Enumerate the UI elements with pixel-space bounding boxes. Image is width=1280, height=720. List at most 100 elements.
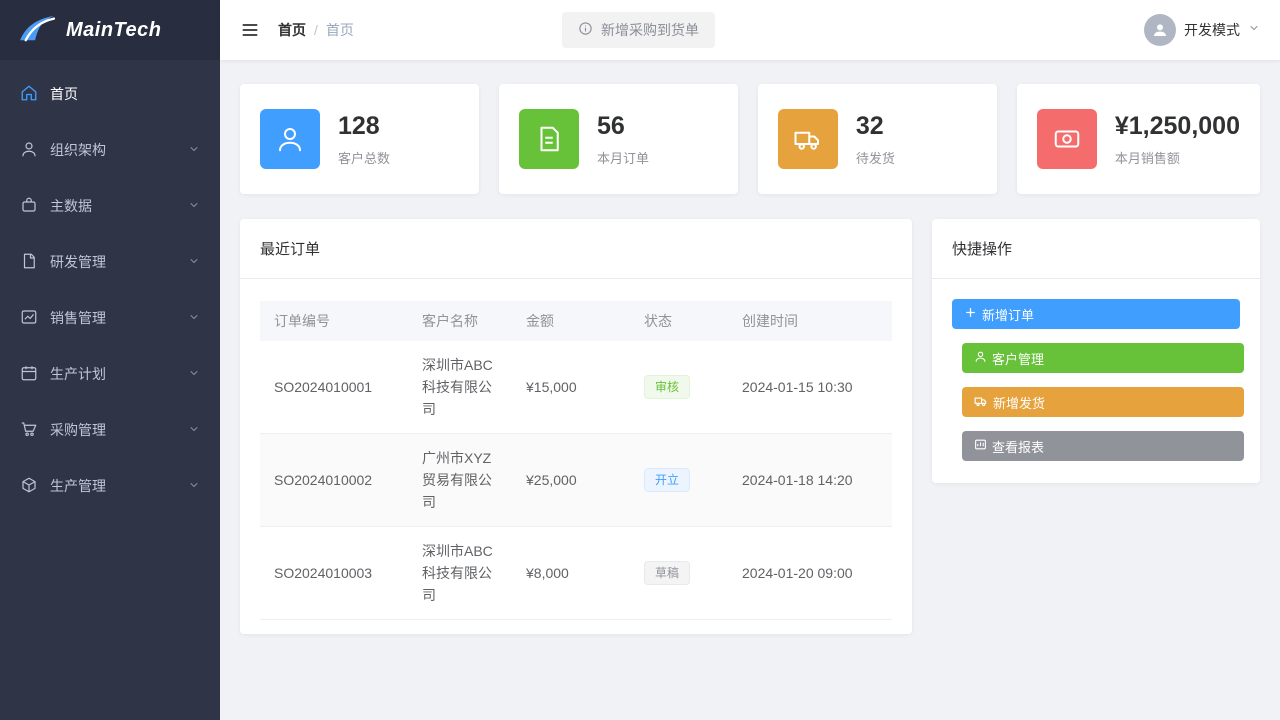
status-badge: 审核 xyxy=(644,375,690,399)
stat-card-pending-shipments: 32 待发货 xyxy=(758,84,997,194)
order-id-cell: SO2024010003 xyxy=(260,527,408,620)
status-cell: 草稿 xyxy=(630,527,728,620)
status-badge: 草稿 xyxy=(644,561,690,585)
orders-table-wrap: 订单编号 客户名称 金额 状态 创建时间 SO2024010001 深圳市ABC… xyxy=(240,279,912,634)
chevron-down-icon xyxy=(188,254,200,270)
sidebar-item-label: 销售管理 xyxy=(50,308,106,328)
button-label: 新增发货 xyxy=(993,393,1045,412)
chevron-down-icon xyxy=(188,422,200,438)
created-cell: 2024-01-18 14:20 xyxy=(728,434,892,527)
chart-icon xyxy=(20,308,38,329)
home-icon xyxy=(20,84,38,105)
stat-value: 128 xyxy=(338,112,390,141)
created-cell: 2024-01-15 10:30 xyxy=(728,341,892,434)
customer-cell: 深圳市ABC科技有限公司 xyxy=(408,527,512,620)
stat-label: 本月销售额 xyxy=(1115,148,1240,167)
chevron-down-icon xyxy=(188,198,200,214)
table-row: SO2024010001 深圳市ABC科技有限公司 ¥15,000 审核 202… xyxy=(260,341,892,434)
user-icon xyxy=(974,350,987,366)
amount-cell: ¥15,000 xyxy=(512,341,630,434)
user-menu[interactable]: 开发模式 xyxy=(1144,14,1260,46)
briefcase-icon xyxy=(20,196,38,217)
order-id-cell: SO2024010002 xyxy=(260,434,408,527)
user-icon xyxy=(260,109,320,169)
sidebar-item-org[interactable]: 组织架构 xyxy=(0,122,220,178)
button-label: 新增订单 xyxy=(982,305,1034,324)
sidebar: MainTech 首页 组织架构 主数据 研发管理 销售管理 xyxy=(0,0,220,720)
button-label: 客户管理 xyxy=(992,349,1044,368)
brand-logo: MainTech xyxy=(0,0,220,60)
panel-title: 快捷操作 xyxy=(932,219,1260,279)
stat-value: 56 xyxy=(597,112,649,141)
stat-label: 客户总数 xyxy=(338,148,390,167)
chevron-down-icon xyxy=(188,310,200,326)
chevron-down-icon xyxy=(1248,21,1260,39)
truck-icon xyxy=(778,109,838,169)
order-id-cell: SO2024010001 xyxy=(260,341,408,434)
chevron-down-icon xyxy=(188,478,200,494)
amount-cell: ¥8,000 xyxy=(512,527,630,620)
stat-card-monthly-orders: 56 本月订单 xyxy=(499,84,738,194)
stat-label: 本月订单 xyxy=(597,148,649,167)
chevron-down-icon xyxy=(188,366,200,382)
status-badge: 开立 xyxy=(644,468,690,492)
breadcrumb-separator: / xyxy=(314,22,318,38)
main-area: 首页 / 首页 新增采购到货单 开发模式 128 客户总数 xyxy=(220,0,1280,720)
top-header: 首页 / 首页 新增采购到货单 开发模式 xyxy=(220,0,1280,60)
sidebar-collapse-icon[interactable] xyxy=(240,20,260,40)
column-header: 客户名称 xyxy=(408,301,512,341)
status-cell: 审核 xyxy=(630,341,728,434)
sidebar-item-purchasing[interactable]: 采购管理 xyxy=(0,402,220,458)
sidebar-item-manufacturing[interactable]: 生产管理 xyxy=(0,458,220,514)
sidebar-item-label: 生产计划 xyxy=(50,364,106,384)
sidebar-item-label: 采购管理 xyxy=(50,420,106,440)
sidebar-item-masterdata[interactable]: 主数据 xyxy=(0,178,220,234)
table-header-row: 订单编号 客户名称 金额 状态 创建时间 xyxy=(260,301,892,341)
sidebar-item-rnd[interactable]: 研发管理 xyxy=(0,234,220,290)
column-header: 订单编号 xyxy=(260,301,408,341)
new-shipment-button[interactable]: 新增发货 xyxy=(962,387,1244,417)
user-icon xyxy=(20,140,38,161)
created-cell: 2024-01-20 09:00 xyxy=(728,527,892,620)
button-label: 查看报表 xyxy=(992,437,1044,456)
sidebar-item-sales[interactable]: 销售管理 xyxy=(0,290,220,346)
brand-swoosh-icon xyxy=(16,12,58,49)
table-row: SO2024010003 深圳市ABC科技有限公司 ¥8,000 草稿 2024… xyxy=(260,527,892,620)
report-icon xyxy=(974,438,987,454)
info-icon xyxy=(578,21,593,39)
stat-card-customers: 128 客户总数 xyxy=(240,84,479,194)
panel-title: 最近订单 xyxy=(240,219,912,279)
cart-icon xyxy=(20,420,38,441)
truck-icon xyxy=(974,394,988,411)
new-order-button[interactable]: 新增订单 xyxy=(952,299,1240,329)
breadcrumb-root[interactable]: 首页 xyxy=(278,20,306,40)
customer-cell: 深圳市ABC科技有限公司 xyxy=(408,341,512,434)
stat-label: 待发货 xyxy=(856,148,895,167)
customer-cell: 广州市XYZ贸易有限公司 xyxy=(408,434,512,527)
column-header: 金额 xyxy=(512,301,630,341)
sidebar-item-production-plan[interactable]: 生产计划 xyxy=(0,346,220,402)
orders-table: 订单编号 客户名称 金额 状态 创建时间 SO2024010001 深圳市ABC… xyxy=(260,301,892,620)
sidebar-item-label: 研发管理 xyxy=(50,252,106,272)
stat-value: 32 xyxy=(856,112,895,141)
column-header: 状态 xyxy=(630,301,728,341)
sidebar-item-label: 首页 xyxy=(50,84,78,104)
amount-cell: ¥25,000 xyxy=(512,434,630,527)
sidebar-item-home[interactable]: 首页 xyxy=(0,66,220,122)
avatar xyxy=(1144,14,1176,46)
table-row: SO2024010002 广州市XYZ贸易有限公司 ¥25,000 开立 202… xyxy=(260,434,892,527)
stat-card-monthly-revenue: ¥1,250,000 本月销售额 xyxy=(1017,84,1260,194)
page-content: 128 客户总数 56 本月订单 32 待发货 xyxy=(220,60,1280,720)
plus-icon xyxy=(964,306,977,322)
stat-value: ¥1,250,000 xyxy=(1115,112,1240,141)
view-reports-button[interactable]: 查看报表 xyxy=(962,431,1244,461)
breadcrumb-current: 首页 xyxy=(326,20,354,40)
brand-name: MainTech xyxy=(66,19,162,42)
customer-management-button[interactable]: 客户管理 xyxy=(962,343,1244,373)
new-purchase-arrival-button[interactable]: 新增采购到货单 xyxy=(562,12,715,48)
sidebar-item-label: 主数据 xyxy=(50,196,92,216)
breadcrumb: 首页 / 首页 xyxy=(278,20,354,40)
quick-actions-body: 新增订单 客户管理 新增发货 查看报表 xyxy=(932,279,1260,483)
stats-row: 128 客户总数 56 本月订单 32 待发货 xyxy=(240,84,1260,194)
money-icon xyxy=(1037,109,1097,169)
